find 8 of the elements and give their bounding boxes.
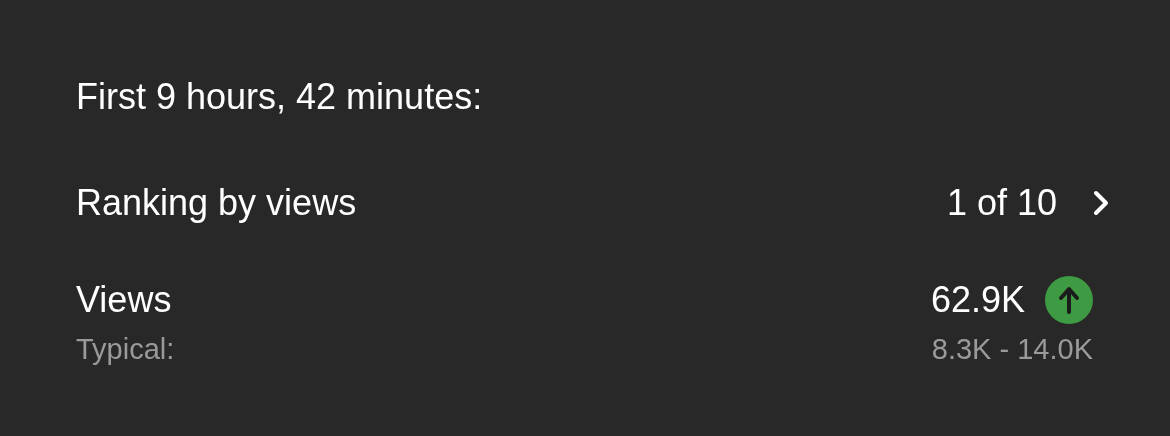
section-heading: First 9 hours, 42 minutes: (76, 76, 484, 118)
typical-range: 8.3K - 14.0K (931, 332, 1093, 366)
views-label: Views (76, 279, 172, 321)
chevron-right-icon[interactable] (1091, 188, 1111, 218)
ranking-value: 1 of 10 (946, 182, 1057, 224)
views-value: 62.9K (930, 279, 1025, 321)
typical-label: Typical: (76, 332, 175, 366)
ranking-label: Ranking by views (76, 182, 357, 224)
